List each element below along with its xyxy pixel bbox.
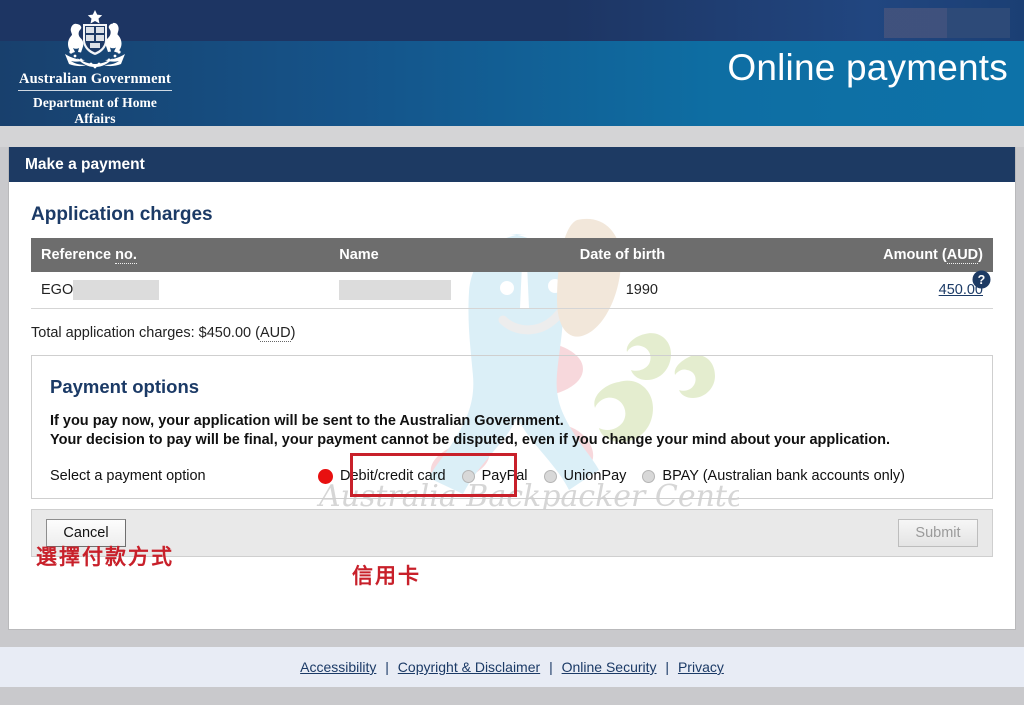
footer-link-accessibility[interactable]: Accessibility (300, 659, 376, 675)
form-action-bar: Cancel Submit (31, 509, 993, 557)
radio-unselected-icon (461, 469, 475, 483)
footer-link-privacy[interactable]: Privacy (678, 659, 724, 675)
page-root: Australian Government Department of Home… (0, 0, 1024, 705)
footer-separator: | (665, 659, 670, 675)
abbr-no: no. (115, 247, 137, 264)
radio-unselected-icon (642, 469, 656, 483)
column-date-of-birth: Date of birth (569, 238, 801, 272)
total-currency: AUD (259, 325, 291, 342)
card-title-bar: Make a payment (9, 147, 1015, 182)
coat-of-arms-icon (65, 10, 125, 69)
redacted-name (339, 280, 452, 300)
application-charges-table: Reference no. Name Date of birth Amount … (31, 238, 993, 309)
submit-button[interactable]: Submit (898, 519, 978, 547)
table-row: EGO 1990 450.00 (31, 272, 993, 309)
header-accent-block (884, 8, 1010, 38)
payment-note-line-1: If you pay now, your application will be… (50, 413, 564, 429)
table-body: EGO 1990 450.00 (31, 272, 993, 309)
radio-label-bpay: BPAY (Australian bank accounts only) (662, 468, 906, 484)
reference-prefix: EGO (41, 281, 74, 298)
payment-options-panel: Payment options If you pay now, your app… (31, 355, 993, 499)
department-name: Department of Home Affairs (14, 95, 176, 126)
total-label: Total application charges: (31, 325, 195, 341)
footer-separator: | (549, 659, 553, 675)
payment-note-line-2: Your decision to pay will be final, your… (50, 432, 891, 448)
radio-option-unionpay[interactable]: UnionPay (543, 468, 627, 484)
gov-name: Australian Government (18, 71, 172, 91)
card-body: Australia Backpacker Center ? Applicatio… (9, 204, 1015, 557)
radio-unselected-icon (543, 469, 557, 483)
footer-link-copyright-disclaimer[interactable]: Copyright & Disclaimer (398, 659, 540, 675)
cell-amount: 450.00 (800, 272, 993, 309)
page-bottom-band (0, 687, 1024, 705)
date-of-birth-value: 1990 (625, 282, 658, 298)
footer-spacer (0, 630, 1024, 647)
radio-label-unionpay: UnionPay (563, 468, 627, 484)
header-spacer (0, 126, 1024, 147)
site-header: Australian Government Department of Home… (0, 0, 1024, 126)
abbr-aud: AUD (946, 247, 979, 264)
payment-options-heading: Payment options (50, 376, 200, 397)
svg-text:?: ? (978, 273, 986, 287)
radio-selected-icon (318, 468, 333, 484)
column-name: Name (329, 238, 570, 272)
radio-label-paypal: PayPal (481, 468, 528, 484)
card-title: Make a payment (25, 155, 145, 173)
table-header-row: Reference no. Name Date of birth Amount … (31, 238, 993, 272)
government-branding: Australian Government Department of Home… (12, 8, 178, 126)
radio-label-debit-credit-card: Debit/credit card (340, 468, 446, 484)
select-payment-option-label: Select a payment option (50, 468, 206, 484)
help-icon[interactable]: ? (972, 270, 991, 289)
site-footer: Accessibility | Copyright & Disclaimer |… (0, 647, 1024, 687)
total-charges-line: Total application charges: $450.00 (AUD) (31, 325, 296, 342)
annotation-credit-card: 信用卡 (352, 564, 421, 588)
footer-separator: | (385, 659, 389, 675)
radio-option-paypal[interactable]: PayPal (461, 468, 528, 484)
cell-reference-no: EGO (31, 272, 330, 309)
redacted-reference (73, 280, 160, 300)
section-title: Application charges (31, 204, 213, 225)
total-value: $450.00 (198, 325, 252, 341)
annotation-select-payment-method: 選擇付款方式 (36, 545, 174, 569)
radio-option-debit-credit-card[interactable]: Debit/credit card (318, 468, 446, 484)
cell-name (329, 272, 570, 309)
payment-options-row: Select a payment option Debit/credit car… (50, 453, 974, 497)
footer-link-online-security[interactable]: Online Security (562, 659, 657, 675)
radio-option-bpay[interactable]: BPAY (Australian bank accounts only) (642, 468, 905, 484)
column-amount: Amount (AUD) (800, 238, 993, 272)
cell-date-of-birth: 1990 (569, 272, 801, 309)
column-reference-no: Reference no. (31, 238, 330, 272)
page-title: Online payments (727, 47, 1008, 88)
footer-links: Accessibility | Copyright & Disclaimer |… (300, 659, 724, 675)
table-header: Reference no. Name Date of birth Amount … (31, 238, 993, 272)
